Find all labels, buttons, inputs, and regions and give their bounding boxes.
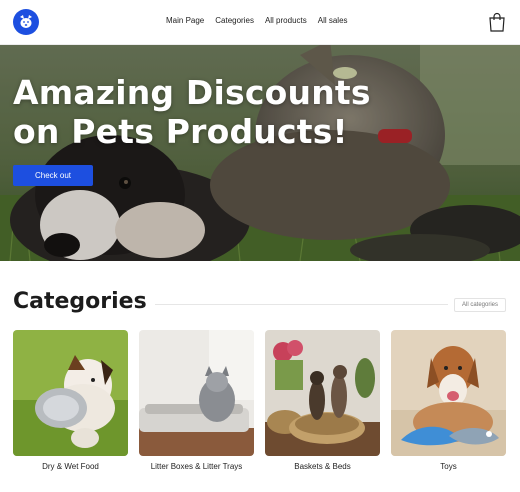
nav-all-sales[interactable]: All sales — [318, 16, 348, 25]
category-card-beds[interactable]: Baskets & Beds — [265, 330, 380, 471]
check-out-button[interactable]: Check out — [13, 165, 93, 186]
category-card-litter[interactable]: Litter Boxes & Litter Trays — [139, 330, 254, 471]
category-label: Litter Boxes & Litter Trays — [150, 462, 243, 471]
hero-banner: Amazing Discounts on Pets Products! Chec… — [0, 45, 520, 261]
category-image-dog-with-toys[interactable] — [391, 330, 506, 456]
site-header: Main Page Categories All products All sa… — [0, 0, 520, 45]
hero-title-line-2: on Pets Products! — [13, 112, 348, 151]
category-card-toys[interactable]: Toys — [391, 330, 506, 471]
category-image-cat-litter-box[interactable] — [139, 330, 254, 456]
divider — [155, 304, 448, 305]
dog-face-logo-icon[interactable] — [13, 9, 39, 35]
category-label: Toys — [440, 462, 457, 471]
category-image-dog-with-bowl[interactable] — [13, 330, 128, 456]
category-card-food[interactable]: Dry & Wet Food — [13, 330, 128, 471]
all-categories-button[interactable]: All categories — [454, 298, 506, 312]
category-image-dogs-in-basket[interactable] — [265, 330, 380, 456]
categories-heading: Categories — [13, 289, 147, 314]
hero-title-line-1: Amazing Discounts — [13, 73, 371, 112]
shopping-bag-icon[interactable] — [488, 12, 506, 32]
category-label: Dry & Wet Food — [42, 462, 99, 471]
nav-categories[interactable]: Categories — [215, 16, 254, 25]
nav-main-page[interactable]: Main Page — [166, 16, 204, 25]
hero-title: Amazing Discounts on Pets Products! — [13, 73, 393, 151]
category-label: Baskets & Beds — [294, 462, 351, 471]
nav-all-products[interactable]: All products — [265, 16, 307, 25]
main-nav: Main Page Categories All products All sa… — [166, 16, 348, 25]
